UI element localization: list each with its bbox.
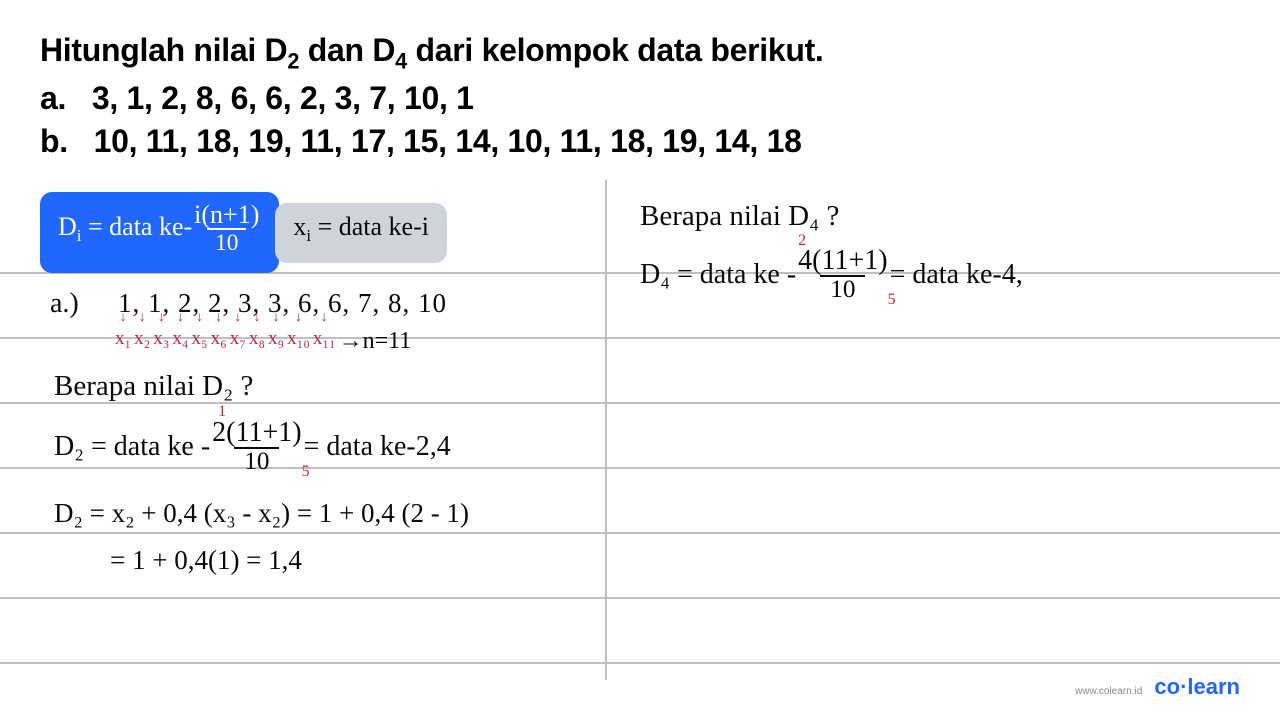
n-equals: →n=11 [339,328,412,355]
footer-brand: co·learn [1154,674,1240,699]
problem-b-label: b. [40,123,68,159]
problem-a-data: 3, 1, 2, 8, 6, 6, 2, 3, 7, 10, 1 [92,80,474,116]
d2-result: = 1 + 0,4(1) = 1,4 [110,545,302,576]
d2-cancel-bot: 5 [302,464,310,479]
vertical-divider [605,180,607,680]
question-d2: Berapa nilai D₂ ? [54,370,253,403]
d2-numerator: 2(11+1) [210,420,303,447]
d4-position-calc: D₄ = data ke - 2 4(11+1) 10 5 = data ke-… [640,248,1023,302]
d4-rhs: = data ke-4, [890,259,1023,291]
d4-numerator: 4(11+1) [796,248,889,275]
d4-lhs: D₄ = data ke - [640,259,796,291]
problem-a-label: a. [40,80,66,116]
problem-b-data: 10, 11, 18, 19, 11, 17, 15, 14, 10, 11, … [94,123,802,159]
di-fraction: i(n+1) 10 [192,202,261,255]
x-index-labels: x₁ x₂ x₃ x₄ x₅ x₆ x₇ x₈ x₉ x₁₀ x₁₁ →n=11 [115,328,411,355]
d2-fraction: 1 2(11+1) 10 5 [210,420,303,474]
question-d4: Berapa nilai D₄ ? [640,200,839,233]
d4-denominator: 10 [820,275,865,302]
d2-rhs: = data ke-2,4 [304,431,451,463]
di-lhs: Di = data ke- [58,213,192,245]
di-denominator: 10 [207,228,246,255]
problem-block: Hitunglah nilai D2 dan D4 dari kelompok … [40,30,1240,163]
d2-denominator: 10 [234,447,279,474]
footer: www.colearn.id co·learn [1075,674,1240,700]
d4-fraction: 2 4(11+1) 10 5 [796,248,889,302]
di-numerator: i(n+1) [192,202,261,228]
problem-a: a. 3, 1, 2, 8, 6, 6, 2, 3, 7, 10, 1 [40,78,1240,120]
decile-formula-chip: Di = data ke- i(n+1) 10 [40,192,279,273]
xi-text: xi = data ke-i [293,213,429,245]
d2-lhs: D₂ = data ke - [54,431,210,463]
d2-position-calc: D₂ = data ke - 1 2(11+1) 10 5 = data ke-… [54,420,451,474]
part-a-label: a.) [50,288,79,320]
sorted-data: 1, 1, 2, 2, 3, 3, 6, 6, 7, 8, 10 [118,288,447,319]
formula-row: Di = data ke- i(n+1) 10 xi = data ke-i [40,192,447,273]
page: Hitunglah nilai D2 dan D4 dari kelompok … [0,0,1280,720]
footer-site: www.colearn.id [1075,686,1142,697]
d2-interpolation: D₂ = x₂ + 0,4 (x₃ - x₂) = 1 + 0,4 (2 - 1… [54,498,469,529]
problem-b: b. 10, 11, 18, 19, 11, 17, 15, 14, 10, 1… [40,121,1240,163]
xi-definition-chip: xi = data ke-i [275,203,447,263]
problem-title: Hitunglah nilai D2 dan D4 dari kelompok … [40,30,1240,76]
d4-cancel-bot: 5 [888,292,896,307]
